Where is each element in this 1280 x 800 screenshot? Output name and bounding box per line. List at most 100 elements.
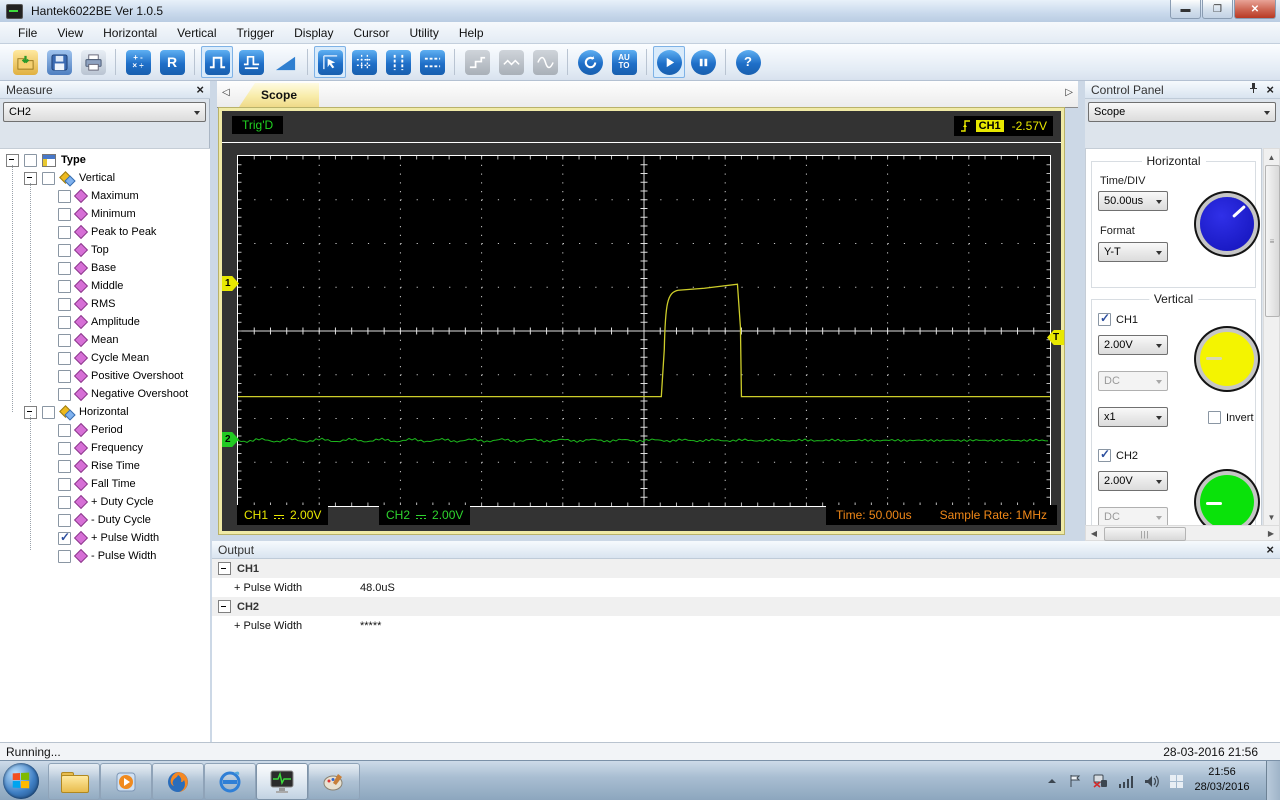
control-horizontal-scrollbar[interactable]: ◀ ||| ▶ xyxy=(1085,525,1280,541)
collapse-icon[interactable] xyxy=(218,600,231,613)
collapse-icon[interactable] xyxy=(218,562,231,575)
start-button[interactable] xyxy=(653,46,685,78)
measure-item-checkbox[interactable] xyxy=(58,530,71,545)
menu-vertical[interactable]: Vertical xyxy=(167,23,226,43)
refresh-button[interactable] xyxy=(574,46,606,78)
tree-item-label[interactable]: - Pulse Width xyxy=(91,550,156,562)
tree-row[interactable]: - Duty Cycle xyxy=(0,511,210,529)
measure-item-checkbox[interactable] xyxy=(58,387,71,401)
tree-item-label[interactable]: Rise Time xyxy=(91,460,140,472)
tree-item-label[interactable]: Frequency xyxy=(91,442,143,454)
measure-item-checkbox[interactable] xyxy=(58,477,71,491)
horizontal-position-knob[interactable] xyxy=(1200,197,1254,251)
tree-row[interactable]: Maximum xyxy=(0,187,210,205)
close-button[interactable]: ✕ xyxy=(1234,0,1276,19)
ramp-button[interactable] xyxy=(269,46,301,78)
measure-item-checkbox[interactable] xyxy=(58,369,71,383)
measure-item-checkbox[interactable] xyxy=(58,315,71,329)
measure-channel-select[interactable]: CH2 xyxy=(3,102,206,122)
tree-row[interactable]: RMS xyxy=(0,295,210,313)
tree-row[interactable]: Middle xyxy=(0,277,210,295)
tree-row[interactable]: Positive Overshoot xyxy=(0,367,210,385)
tree-row[interactable]: Peak to Peak xyxy=(0,223,210,241)
pulse-button[interactable] xyxy=(201,46,233,78)
taskbar-paint-button[interactable] xyxy=(308,763,360,800)
open-button[interactable] xyxy=(9,46,41,78)
tree-row[interactable]: Minimum xyxy=(0,205,210,223)
control-vertical-scrollbar[interactable]: ▲ ≡ ▼ xyxy=(1263,148,1280,526)
tree-row[interactable]: Vertical xyxy=(0,169,210,187)
tree-item-label[interactable]: RMS xyxy=(91,298,115,310)
math-button[interactable]: + - × ÷ xyxy=(122,46,154,78)
show-desktop-button[interactable] xyxy=(1266,761,1280,800)
volume-icon[interactable] xyxy=(1144,775,1159,788)
scroll-down-icon[interactable]: ▼ xyxy=(1264,511,1279,523)
sine-wave-button[interactable] xyxy=(529,46,561,78)
scroll-left-icon[interactable]: ◀ xyxy=(1088,526,1100,540)
tree-row[interactable]: + Pulse Width xyxy=(0,529,210,547)
print-button[interactable] xyxy=(77,46,109,78)
output-close-icon[interactable]: × xyxy=(1266,543,1274,556)
menu-horizontal[interactable]: Horizontal xyxy=(93,23,167,43)
control-mode-select[interactable]: Scope xyxy=(1088,102,1276,122)
ch2-enable-checkbox[interactable] xyxy=(1098,447,1111,462)
menu-view[interactable]: View xyxy=(47,23,93,43)
output-value-row[interactable]: + Pulse Width 48.0uS xyxy=(212,578,1280,597)
scroll-right-icon[interactable]: ▶ xyxy=(1265,526,1277,540)
measure-item-checkbox[interactable] xyxy=(24,153,37,167)
signal-strength-icon[interactable] xyxy=(1118,775,1134,788)
action-center-flag-icon[interactable] xyxy=(1068,774,1082,788)
tree-row[interactable]: Cycle Mean xyxy=(0,349,210,367)
tree-item-label[interactable]: Period xyxy=(91,424,123,436)
tree-item-label[interactable]: Peak to Peak xyxy=(91,226,156,238)
tree-item-label[interactable]: Cycle Mean xyxy=(91,352,149,364)
measure-item-checkbox[interactable] xyxy=(58,279,71,293)
tree-item-label[interactable]: Minimum xyxy=(91,208,136,220)
tree-row[interactable]: Period xyxy=(0,421,210,439)
measure-item-checkbox[interactable] xyxy=(58,441,71,455)
ch1-position-knob[interactable] xyxy=(1200,332,1254,386)
ch2-position-knob[interactable] xyxy=(1200,475,1254,525)
taskbar-media-player-button[interactable] xyxy=(100,763,152,800)
tree-row[interactable]: - Pulse Width xyxy=(0,547,210,565)
tree-item-label[interactable]: Mean xyxy=(91,334,119,346)
ch1-probe-select[interactable]: x1 xyxy=(1098,407,1168,427)
measure-close-icon[interactable]: × xyxy=(196,83,204,96)
control-close-icon[interactable]: × xyxy=(1266,83,1274,96)
multi-wave-button[interactable] xyxy=(495,46,527,78)
menu-cursor[interactable]: Cursor xyxy=(343,23,399,43)
measure-item-checkbox[interactable] xyxy=(42,405,55,419)
tree-row[interactable]: Negative Overshoot xyxy=(0,385,210,403)
tree-item-label[interactable]: Vertical xyxy=(79,172,115,184)
tree-row[interactable]: Horizontal xyxy=(0,403,210,421)
tree-item-label[interactable]: Base xyxy=(91,262,116,274)
minimize-button[interactable]: ▬ xyxy=(1170,0,1201,19)
grid-button[interactable] xyxy=(348,46,380,78)
tab-scroll-left-icon[interactable]: ◁ xyxy=(222,87,230,98)
menu-utility[interactable]: Utility xyxy=(399,23,448,43)
measure-item-checkbox[interactable] xyxy=(58,297,71,311)
scrollbar-thumb[interactable]: ≡ xyxy=(1265,165,1280,317)
tree-item-label[interactable]: Middle xyxy=(91,280,123,292)
tree-row[interactable]: Fall Time xyxy=(0,475,210,493)
reference-button[interactable]: R xyxy=(156,46,188,78)
cursor-button[interactable] xyxy=(314,46,346,78)
pin-icon[interactable] xyxy=(1249,83,1258,96)
ch2-coupling-select[interactable]: DC xyxy=(1098,507,1168,525)
measure-item-checkbox[interactable] xyxy=(58,333,71,347)
get-windows-icon[interactable] xyxy=(1169,774,1184,789)
measure-item-checkbox[interactable] xyxy=(58,189,71,203)
taskbar-explorer-button[interactable] xyxy=(48,763,100,800)
measure-item-checkbox[interactable] xyxy=(58,207,71,221)
output-group-row[interactable]: CH2 xyxy=(212,597,1280,616)
start-button[interactable] xyxy=(3,763,39,799)
tree-row[interactable]: Type xyxy=(0,151,210,169)
restore-button[interactable]: ❐ xyxy=(1202,0,1233,19)
output-group-row[interactable]: CH1 xyxy=(212,559,1280,578)
tree-item-label[interactable]: Maximum xyxy=(91,190,139,202)
tree-item-label[interactable]: Horizontal xyxy=(79,406,129,418)
tree-item-label[interactable]: Positive Overshoot xyxy=(91,370,183,382)
step-wave-button[interactable] xyxy=(461,46,493,78)
tree-row[interactable]: Frequency xyxy=(0,439,210,457)
time-div-select[interactable]: 50.00us xyxy=(1098,191,1168,211)
